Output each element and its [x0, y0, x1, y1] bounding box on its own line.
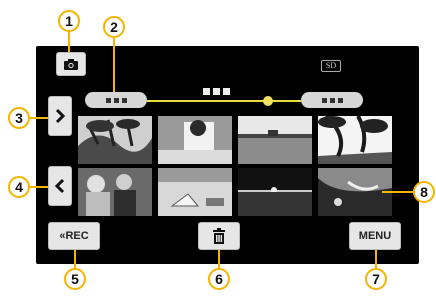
callout-1: 1 — [58, 10, 80, 32]
callout-5: 5 — [64, 268, 86, 290]
next-page-button[interactable] — [48, 96, 72, 136]
timeline-slider-knob[interactable] — [263, 96, 273, 106]
delete-button[interactable] — [198, 222, 240, 250]
camera-icon — [64, 58, 78, 70]
prev-page-button[interactable] — [48, 166, 72, 206]
thumbnail-5[interactable] — [78, 168, 152, 216]
date-prev-pill[interactable] — [85, 92, 147, 108]
thumbnail-2[interactable] — [158, 116, 232, 164]
callout-3-leader — [30, 117, 48, 119]
current-date-indicator — [203, 88, 230, 95]
callout-7-leader — [375, 250, 377, 268]
thumbnail-1[interactable] — [78, 116, 152, 164]
thumbnail-3[interactable] — [238, 116, 312, 164]
thumbnail-4[interactable] — [318, 116, 392, 164]
callout-2-leader — [113, 36, 115, 92]
trash-icon — [213, 228, 225, 244]
thumbnail-8[interactable] — [318, 168, 392, 216]
callout-6: 6 — [208, 268, 230, 290]
timeline-bar[interactable] — [147, 100, 301, 102]
callout-1-leader — [68, 30, 70, 52]
callout-4-leader — [30, 186, 48, 188]
menu-button[interactable]: MENU — [349, 222, 401, 250]
callout-6-leader — [218, 250, 220, 268]
chevron-right-icon — [55, 108, 66, 124]
callout-2: 2 — [103, 16, 125, 38]
camera-mode-button[interactable] — [56, 52, 86, 76]
callout-7: 7 — [365, 268, 387, 290]
callout-3: 3 — [8, 107, 30, 129]
thumbnail-6[interactable] — [158, 168, 232, 216]
back-to-rec-button[interactable]: «REC — [48, 222, 100, 250]
thumbnail-7[interactable] — [238, 168, 312, 216]
callout-5-leader — [74, 250, 76, 268]
callout-8: 8 — [413, 181, 435, 203]
callout-4: 4 — [8, 176, 30, 198]
chevron-left-icon — [54, 178, 65, 194]
date-next-pill[interactable] — [301, 92, 363, 108]
sd-card-indicator: SD — [321, 60, 341, 72]
